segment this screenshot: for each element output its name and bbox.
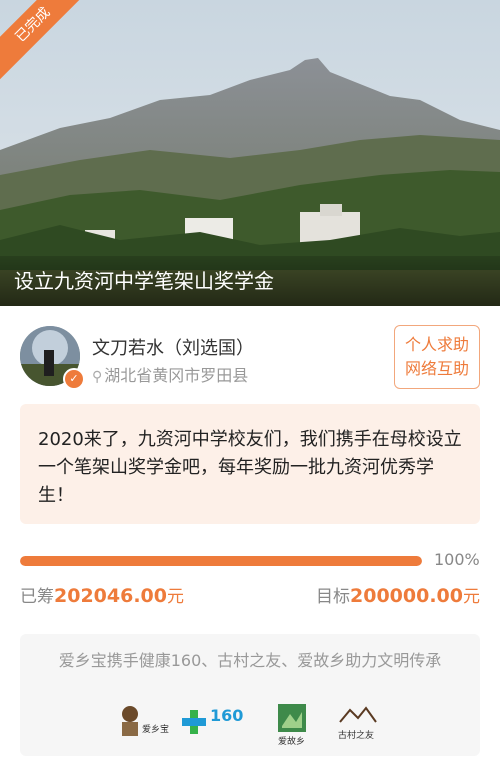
aixiangbao-caption: 爱乡宝 [142, 725, 170, 735]
progress-fill [20, 556, 422, 566]
location-pin-icon: ⚲ [92, 369, 103, 385]
raised-label: 已筹 [20, 587, 54, 607]
health160-caption: 160 [210, 706, 244, 725]
project-description: 2020来了，九资河中学校友们，我们携手在母校设立一个笔架山奖学金吧，每年奖励一… [20, 404, 480, 524]
aiguxiang-caption: 爱故乡 [278, 737, 306, 747]
target-label: 目标 [316, 587, 351, 607]
target-value: 200000.00 [350, 585, 463, 607]
organizer-name: 文刀若水（刘选国） [92, 338, 254, 359]
target-amount: 目标200000.00元 [316, 582, 480, 607]
sponsor-panel: 爱乡宝携手健康160、古村之友、爱故乡助力文明传承 爱乡宝 160 爱故乡 古村… [20, 634, 480, 756]
raised-amount: 已筹202046.00元 [20, 582, 184, 607]
sponsor-logos: 爱乡宝 160 爱故乡 古村之友 [20, 704, 480, 748]
aiguxiang-logo: 爱故乡 [278, 704, 318, 747]
aixiangbao-logo: 爱乡宝 [116, 704, 172, 744]
help-type-tag: 个人求助 网络互助 [394, 325, 480, 389]
tag-line-2: 网络互助 [404, 359, 469, 378]
gucunzhiyou-logo: 古村之友 [338, 704, 388, 744]
raised-value: 202046.00 [54, 585, 167, 607]
progress-bar [20, 556, 422, 566]
location-text: 湖北省黄冈市罗田县 [104, 366, 249, 385]
health160-logo: 160 [182, 704, 254, 744]
hero-banner: 已完成 设立九资河中学笔架山奖学金 [0, 0, 500, 306]
raised-unit: 元 [166, 587, 184, 607]
verified-check-icon: ✓ [63, 368, 85, 390]
target-unit: 元 [463, 587, 480, 607]
progress-percent: 100% [434, 550, 480, 569]
project-title: 设立九资河中学笔架山奖学金 [0, 256, 500, 306]
tag-line-1: 个人求助 [404, 335, 469, 354]
organizer-location: ⚲ 湖北省黄冈市罗田县 [92, 362, 248, 386]
sponsor-text: 爱乡宝携手健康160、古村之友、爱故乡助力文明传承 [58, 651, 442, 670]
gucunzhiyou-caption: 古村之友 [338, 731, 375, 741]
